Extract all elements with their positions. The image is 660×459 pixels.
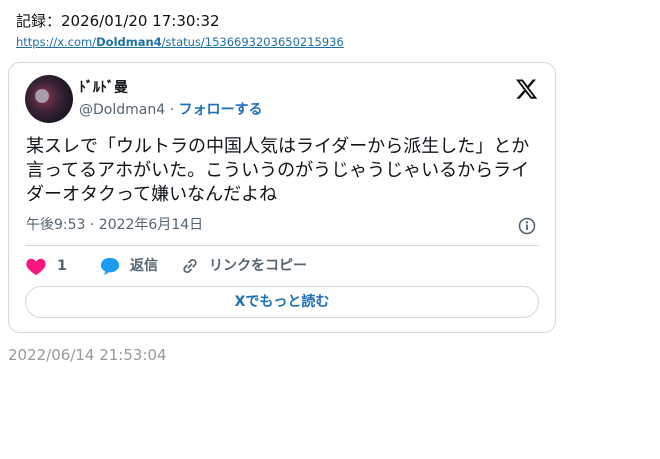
- user-handle[interactable]: @Doldman4: [79, 102, 165, 118]
- tweet-card: ﾄﾞﾙﾄﾞ曼 @Doldman4 · フォローする 某スレで「ウルトラの中国人気…: [8, 62, 556, 333]
- source-url-link[interactable]: https://x.com/Doldman4/status/1536693203…: [16, 34, 344, 50]
- info-icon[interactable]: [517, 216, 537, 236]
- avatar[interactable]: [25, 75, 73, 123]
- tweet-text: 某スレで「ウルトラの中国人気はライダーから派生した」とか言ってるアホがいた。こう…: [26, 136, 530, 205]
- separator-dot: ·: [169, 102, 175, 118]
- handle-row: @Doldman4 · フォローする: [79, 101, 262, 119]
- x-logo-icon[interactable]: [515, 77, 539, 101]
- follow-button[interactable]: フォローする: [178, 102, 262, 118]
- link-icon: [183, 258, 197, 274]
- display-name[interactable]: ﾄﾞﾙﾄﾞ曼: [79, 79, 128, 97]
- url-prefix: https://x.com/: [16, 35, 97, 49]
- url-suffix: /status/1536693203650215936: [161, 35, 344, 49]
- divider: [25, 245, 539, 246]
- record-timestamp: 記録：2026/01/20 17:30:32: [16, 12, 220, 30]
- tweet-timestamp[interactable]: 午後9:53 · 2022年6月14日: [26, 216, 203, 234]
- heart-icon: [26, 258, 46, 276]
- reply-bubble-icon: [100, 257, 120, 276]
- like-count: 1: [57, 258, 67, 274]
- url-user: Doldman4: [96, 35, 162, 49]
- read-more-button[interactable]: Xでもっと読む: [25, 286, 539, 318]
- reply-label: 返信: [130, 258, 158, 274]
- copy-link-label: リンクをコピー: [209, 258, 307, 274]
- archive-date: 2022/06/14 21:53:04: [8, 346, 167, 364]
